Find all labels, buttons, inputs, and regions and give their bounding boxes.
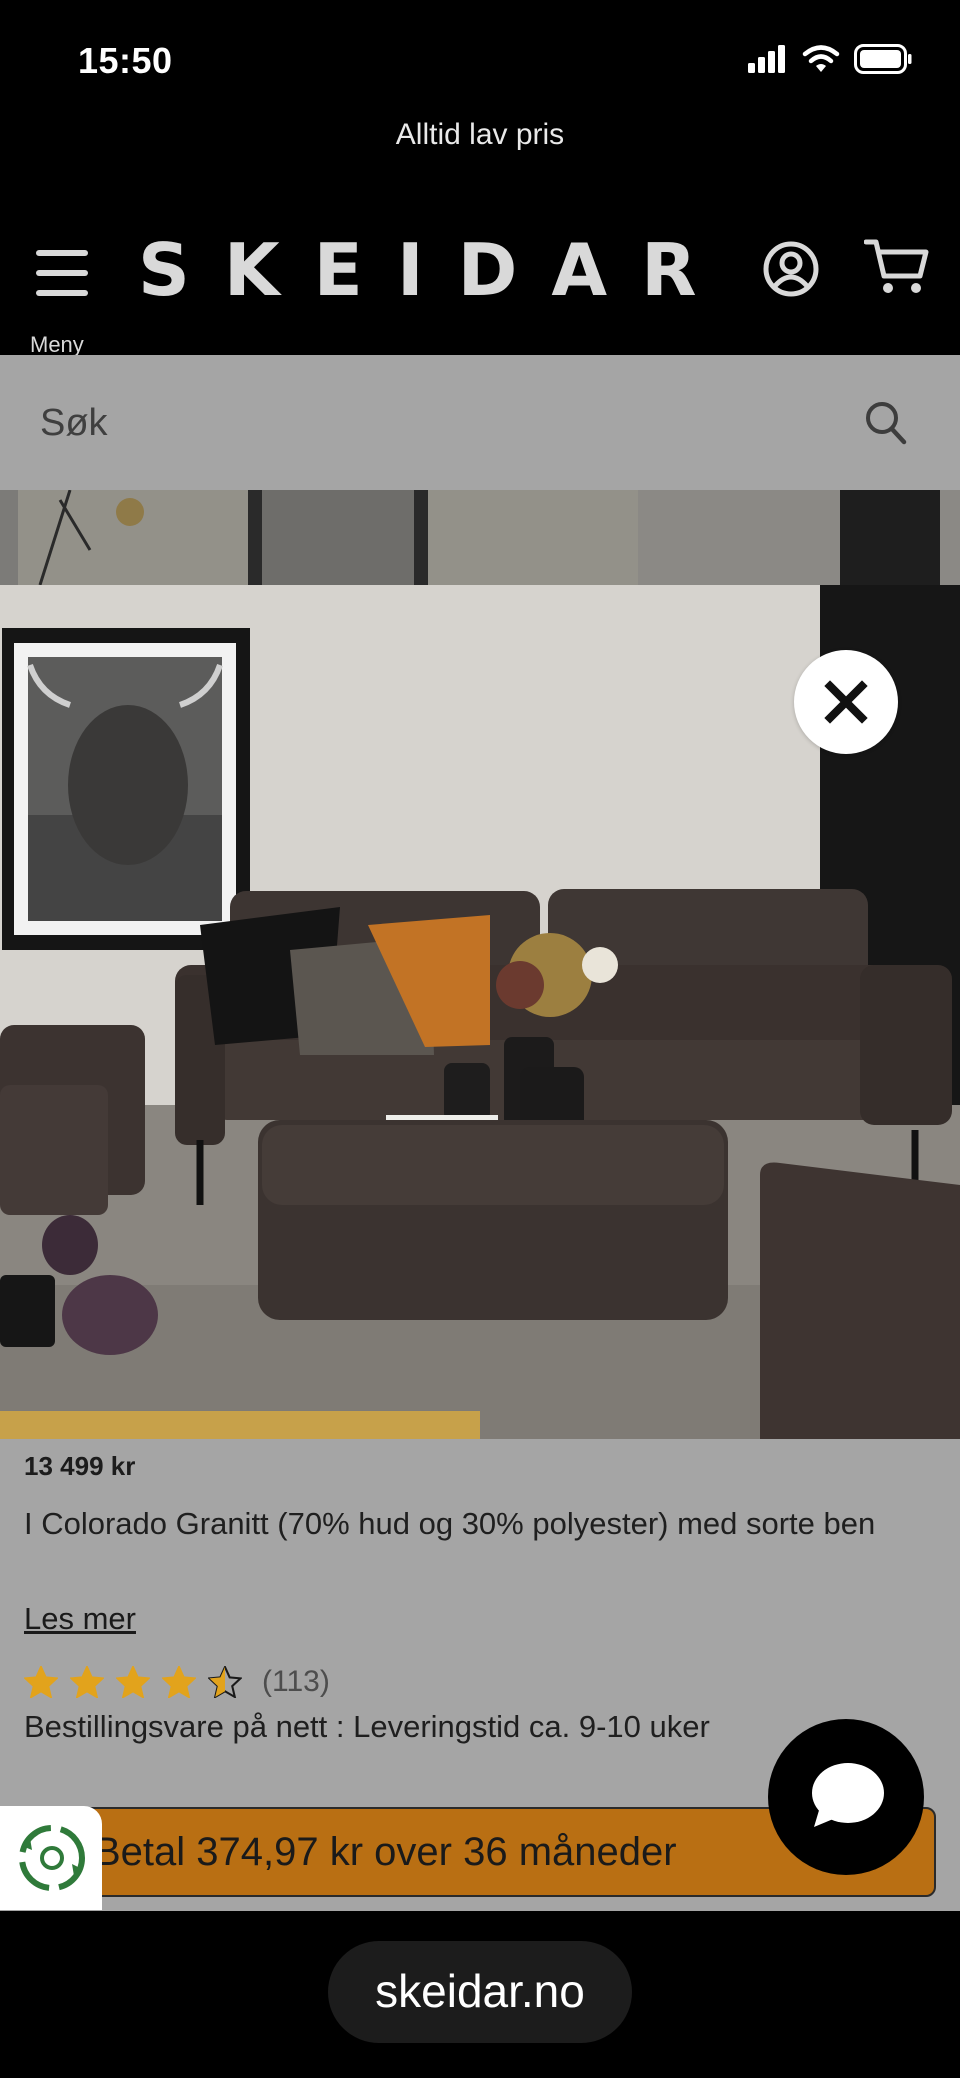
menu-button[interactable]: Meny — [28, 240, 98, 357]
star-icon — [24, 1666, 58, 1698]
promo-banner: Alltid lav pris — [0, 110, 960, 210]
site-header: Meny SKEIDAR — [0, 210, 960, 357]
rating-count: (113) — [262, 1665, 330, 1698]
wifi-icon — [802, 45, 840, 72]
star-icon — [162, 1666, 196, 1698]
brand-logo[interactable]: SKEIDAR — [138, 228, 731, 312]
star-icon — [116, 1666, 150, 1698]
status-icons — [748, 44, 912, 74]
close-icon — [824, 680, 868, 724]
search-bar — [0, 355, 960, 490]
recycle-badge[interactable] — [0, 1806, 102, 1910]
signal-icon — [748, 45, 785, 73]
background-product-image — [0, 490, 960, 585]
financing-label: Betal 374,97 kr over 36 måneder — [94, 1830, 677, 1874]
cart-icon[interactable] — [864, 236, 930, 298]
rating[interactable]: (113) — [24, 1665, 330, 1699]
star-icon — [208, 1666, 242, 1698]
star-icon — [70, 1666, 104, 1698]
battery-icon — [854, 44, 912, 74]
account-icon[interactable] — [762, 240, 820, 298]
url-bar[interactable]: skeidar.no — [328, 1941, 632, 2043]
rating-stars — [24, 1666, 242, 1698]
promo-text: Alltid lav pris — [395, 118, 565, 151]
search-icon[interactable] — [864, 400, 908, 446]
status-bar: 15:50 — [0, 0, 960, 110]
product-price: 13 499 kr — [24, 1451, 136, 1481]
close-button[interactable] — [794, 650, 898, 754]
hamburger-icon — [36, 250, 88, 296]
read-more-link[interactable]: Les mer — [24, 1601, 136, 1637]
chat-bubble-icon — [812, 1763, 884, 1827]
browser-bar: skeidar.no — [0, 1911, 960, 2078]
chat-button[interactable] — [768, 1719, 924, 1875]
product-description: I Colorado Granitt (70% hud og 30% polye… — [24, 1506, 876, 1541]
status-time: 15:50 — [78, 40, 173, 81]
search-input[interactable] — [40, 393, 820, 453]
recycle-icon — [19, 1825, 85, 1891]
